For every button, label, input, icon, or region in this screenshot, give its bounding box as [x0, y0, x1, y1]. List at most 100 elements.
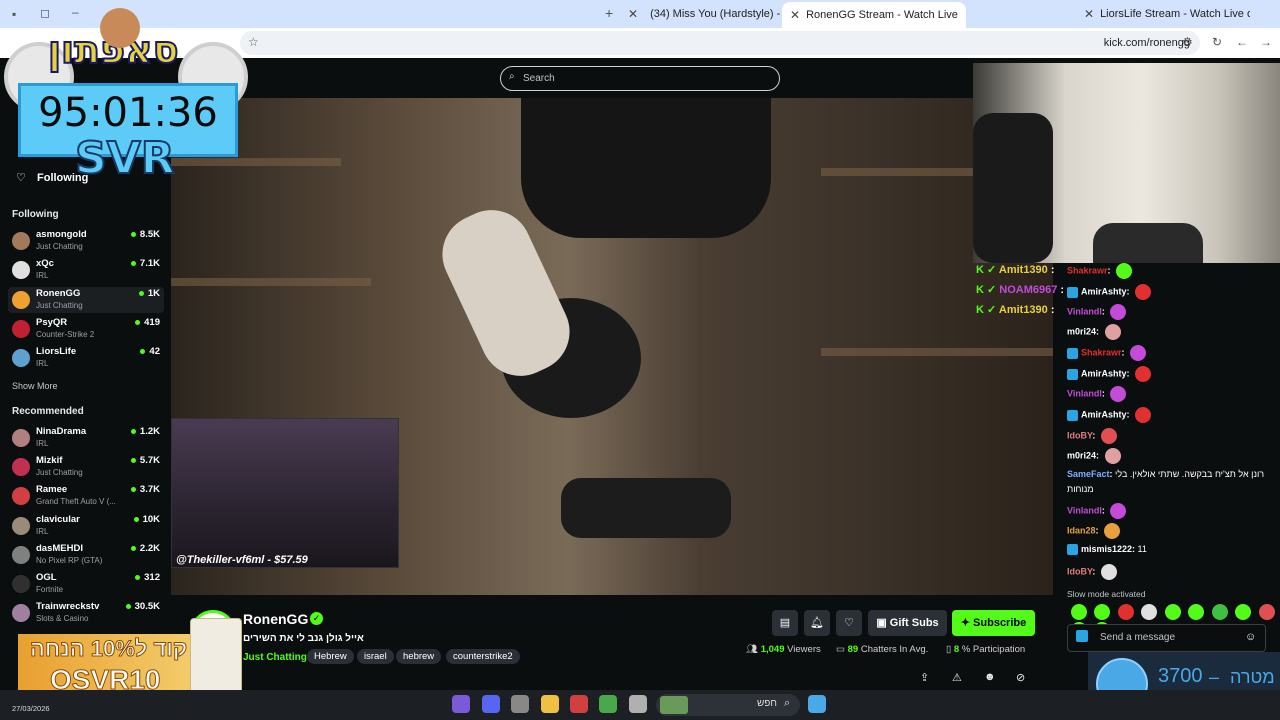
subscriber-badge-icon — [1067, 544, 1078, 556]
sidebar-channel-liorslife[interactable]: LiorsLife IRL 42 — [8, 345, 164, 371]
sidebar-channel-psyqr[interactable]: PsyQR Counter-Strike 2 419 — [8, 316, 164, 342]
subscribe-button[interactable]: ✦ Subscribe — [952, 610, 1035, 636]
reload-icon[interactable]: ↻ — [1212, 35, 1222, 49]
chat-username[interactable]: IdoBY — [1067, 430, 1092, 440]
url-field[interactable] — [240, 31, 1200, 55]
minimize-icon[interactable]: – — [72, 5, 79, 19]
chat-badge-icon[interactable] — [1076, 630, 1088, 642]
windows-start-icon[interactable] — [808, 695, 826, 713]
mute-icon[interactable]: ⊘ — [1016, 671, 1025, 684]
bell-icon[interactable]: 🔔︎ — [804, 610, 830, 636]
viewer-count: 7.1K — [131, 258, 160, 269]
sidebar-channel-ninadrama[interactable]: NinaDrama IRL 1.2K — [8, 425, 164, 451]
chrome-icon[interactable] — [599, 695, 617, 713]
sidebar-channel-mizkif[interactable]: Mizkif Just Chatting 5.7K — [8, 454, 164, 480]
chat-icon: ▭ — [836, 644, 848, 655]
emote-icon[interactable] — [1235, 603, 1252, 620]
sidebar-channel-xqc[interactable]: xQc IRL 7.1K — [8, 257, 164, 283]
chat-message: SameFact: רונן אל תצ'יח בבקשה. שתתי אולא… — [1067, 469, 1264, 479]
colon: : — [1101, 505, 1108, 516]
kick-icon: K ✓ — [976, 284, 1000, 296]
forward-icon[interactable]: → — [1260, 35, 1272, 49]
chat-username[interactable]: Vinlandl — [1067, 388, 1102, 398]
emote-icon[interactable] — [1164, 603, 1181, 620]
heart-icon[interactable]: ♡ — [16, 171, 26, 184]
channel-avatar — [12, 261, 30, 280]
chatters-stat: ▭ 89 Chatters In Avg. — [836, 644, 928, 655]
close-tab-icon[interactable]: ✕ — [628, 7, 638, 21]
channel-name: Ramee — [36, 484, 68, 496]
channel-name: dasMEHDI — [36, 542, 83, 554]
browser-tab-bar: ▪ ◻ – + ✕ (34) Miss You (Hardstyle) - ✕ … — [0, 0, 1280, 28]
tab-ronengg[interactable]: ✕ RonenGG Stream - Watch Live — [782, 2, 966, 28]
tab-miss-you[interactable]: ✕ (34) Miss You (Hardstyle) - — [620, 3, 780, 25]
tag-counterstrike2[interactable]: counterstrike2 — [446, 649, 520, 664]
chat-username[interactable]: Shakrawr — [1081, 347, 1122, 357]
user-icon[interactable]: ☻ — [984, 671, 996, 683]
clip-icon[interactable]: ▤ — [772, 610, 798, 636]
sidebar-channel-ramee[interactable]: Ramee Grand Theft Auto V (... 3.7K — [8, 483, 164, 509]
chat-username[interactable]: SameFact — [1067, 469, 1110, 479]
channel-category: IRL — [36, 526, 49, 536]
chat-username[interactable]: AmirAshty — [1081, 409, 1127, 419]
chat-username[interactable]: AmirAshty — [1081, 368, 1127, 378]
emote-icon[interactable] — [1071, 603, 1087, 620]
chat-username[interactable]: Vinlandl — [1067, 505, 1102, 515]
back-icon[interactable]: ← — [1236, 35, 1248, 49]
emote-icon[interactable] — [1211, 603, 1228, 620]
tag-israel[interactable]: israel — [357, 649, 394, 664]
chat-username[interactable]: mismis1222 — [1081, 544, 1132, 554]
chat-username[interactable]: Vinlandl — [1067, 306, 1102, 316]
chat-username[interactable]: Idan28 — [1067, 525, 1096, 535]
subscriber-badge-icon — [1067, 368, 1078, 380]
channel-name: RonenGG — [36, 287, 81, 299]
new-tab-button[interactable]: + — [605, 5, 613, 21]
emote-icon — [1100, 564, 1117, 580]
channel-name[interactable]: RonenGG — [243, 611, 308, 627]
chat-message: mismis1222: 11 — [1067, 544, 1147, 556]
app-icon[interactable] — [452, 695, 470, 713]
sidebar-channel-dasmehdi[interactable]: dasMEHDI No Pixel RP (GTA) 2.2K — [8, 542, 164, 568]
discord-icon[interactable] — [482, 695, 500, 713]
follow-heart-icon[interactable]: ♡ — [836, 610, 862, 636]
tag-hebrew-2[interactable]: hebrew — [396, 649, 442, 664]
close-tab-icon[interactable]: ✕ — [1084, 7, 1094, 21]
tag-hebrew[interactable]: Hebrew — [307, 649, 354, 664]
sidebar-channel-clavicular[interactable]: clavicular IRL 10K — [8, 513, 164, 539]
emoji-picker-icon[interactable]: ☺ — [1245, 631, 1256, 643]
tab-liorslife[interactable]: ✕ LiorsLife Stream - Watch Live o — [1070, 3, 1250, 25]
folder-icon[interactable] — [541, 695, 559, 713]
emote-icon[interactable] — [1141, 603, 1158, 620]
app-icon[interactable] — [629, 695, 647, 713]
chat-username[interactable]: m0ri24 — [1067, 326, 1096, 336]
app-icon[interactable] — [570, 695, 588, 713]
bookmark-star-icon[interactable]: ☆ — [248, 35, 259, 49]
tab-search-icon[interactable]: ◻ — [40, 6, 50, 20]
emote-icon[interactable] — [1188, 603, 1205, 620]
sidebar-channel-ronengg[interactable]: RonenGG Just Chatting 1K — [8, 286, 164, 313]
chat-username[interactable]: IdoBY — [1067, 566, 1092, 576]
report-icon[interactable]: ⚠ — [952, 671, 962, 684]
tab-menu-icon[interactable]: ▪ — [12, 7, 16, 21]
sidebar-channel-trainwreckstv[interactable]: Trainwreckstv Slots & Casino 30.5K — [8, 600, 164, 626]
channel-avatar — [12, 545, 30, 564]
chat-username[interactable]: Shakrawr — [1067, 265, 1108, 275]
sidebar-channel-ogl[interactable]: OGL Fortnite 312 — [8, 571, 164, 597]
gift-subs-label: Gift Subs — [889, 617, 939, 629]
subscriber-badge-icon — [1067, 347, 1078, 359]
emote-icon[interactable] — [1117, 603, 1134, 620]
chat-username[interactable]: AmirAshty — [1081, 286, 1127, 296]
emote-icon[interactable] — [1094, 603, 1111, 620]
history-user: NOAM6967 — [999, 284, 1058, 296]
stream-category[interactable]: Just Chatting — [243, 652, 307, 663]
chat-username[interactable]: m0ri24 — [1067, 450, 1096, 460]
share-icon[interactable]: ⇪ — [920, 671, 929, 684]
close-tab-icon[interactable]: ✕ — [790, 8, 800, 22]
gift-icon: ▣ — [876, 617, 890, 629]
url-text: kick.com/ronengg — [1103, 37, 1190, 49]
sidebar-channel-asmongold[interactable]: asmongold Just Chatting 8.5K — [8, 228, 164, 254]
app-icon[interactable] — [511, 695, 529, 713]
show-more-link[interactable]: Show More — [12, 381, 58, 391]
gift-subs-button[interactable]: ▣ Gift Subs — [868, 610, 947, 636]
emote-icon[interactable] — [1258, 603, 1275, 620]
